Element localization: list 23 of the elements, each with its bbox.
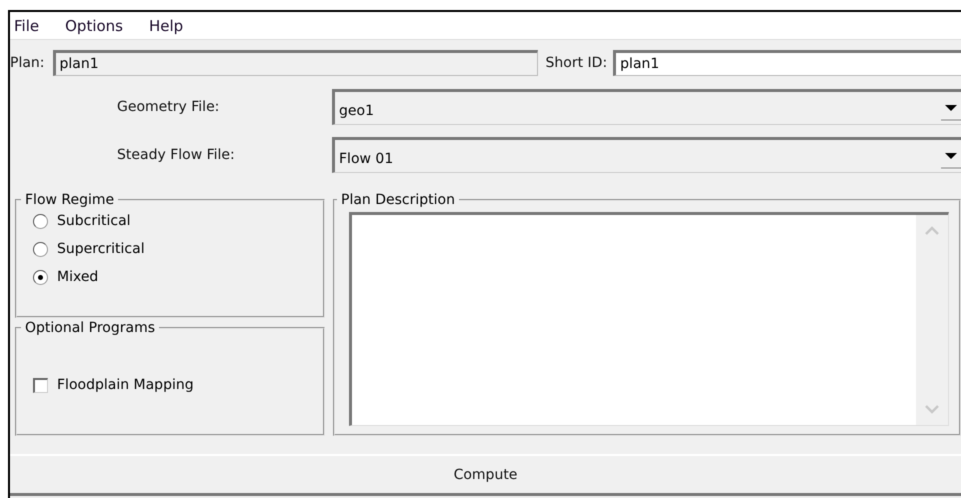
short-id-label: Short ID: [546, 55, 608, 71]
group-title: Optional Programs [24, 320, 156, 336]
group-title: Plan Description [340, 192, 456, 208]
radio-label: Supercritical [57, 241, 145, 257]
checkbox[interactable] [33, 378, 48, 392]
file-label: Steady Flow File: [116, 147, 236, 163]
radio-label: Mixed [57, 269, 98, 285]
file-dropdown[interactable]: Flow 01 [332, 137, 961, 173]
menu-item[interactable]: File [12, 16, 42, 34]
radio-button[interactable] [33, 242, 48, 256]
menu-item[interactable]: Options [63, 16, 125, 34]
file-dropdown[interactable]: geo1 [332, 89, 961, 125]
checkbox-label: Floodplain Mapping [57, 377, 194, 393]
short-id-field[interactable]: plan1 [613, 50, 961, 76]
file-label: Geometry File: [116, 99, 220, 115]
radio-button[interactable] [33, 214, 48, 228]
menu-item[interactable]: Help [147, 16, 186, 34]
plan-name-field[interactable]: plan1 [52, 50, 538, 76]
plan-label: Plan: [10, 55, 45, 71]
radio-button[interactable] [33, 270, 48, 284]
compute-button[interactable]: Compute [10, 454, 961, 496]
radio-label: Subcritical [57, 213, 131, 229]
group-title: Flow Regime [24, 192, 116, 208]
